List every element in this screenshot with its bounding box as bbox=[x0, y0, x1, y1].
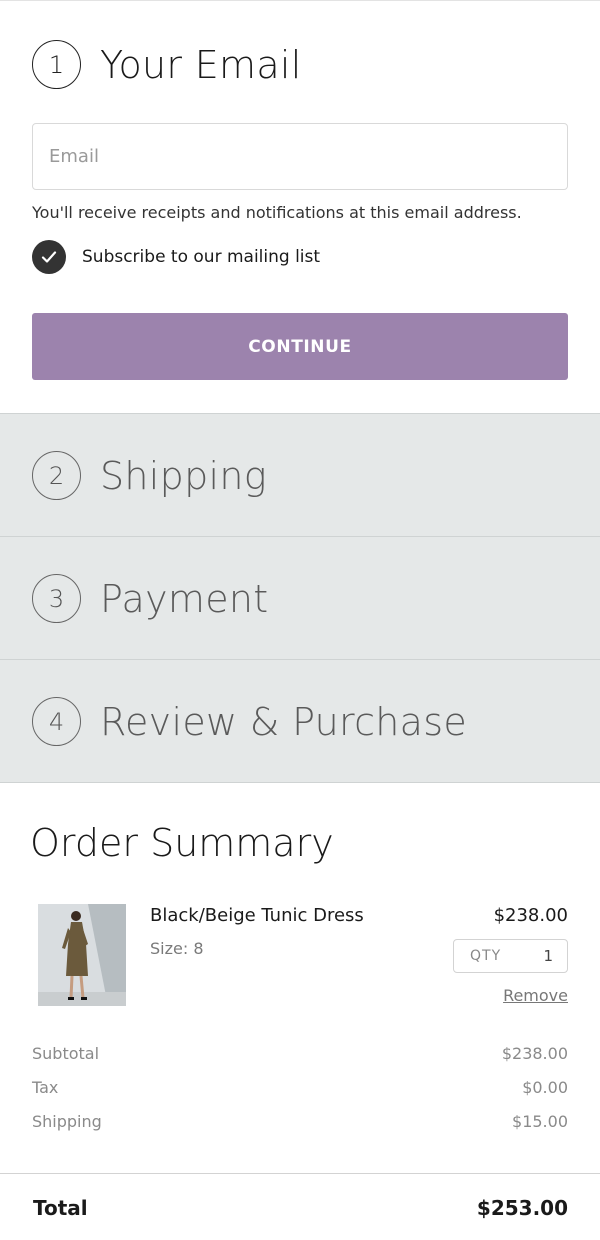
order-summary: Order Summary Black/Beige Tunic Dress Si… bbox=[0, 782, 600, 1240]
step-email: 1 Your Email You'll receive receipts and… bbox=[0, 0, 600, 414]
email-input[interactable] bbox=[32, 123, 568, 190]
tax-value: $0.00 bbox=[522, 1078, 568, 1097]
subtotal-value: $238.00 bbox=[501, 1044, 568, 1063]
step-number-badge: 4 bbox=[32, 697, 81, 746]
step-title: Payment bbox=[100, 576, 269, 621]
product-photo-illustration bbox=[38, 904, 126, 1006]
order-summary-title: Order Summary bbox=[30, 821, 334, 865]
step-payment[interactable]: 3 Payment bbox=[0, 536, 600, 659]
product-price: $238.00 bbox=[493, 905, 568, 926]
subscribe-row[interactable]: Subscribe to our mailing list bbox=[32, 240, 320, 274]
step-email-header: 1 Your Email bbox=[32, 40, 302, 89]
step-review-purchase[interactable]: 4 Review & Purchase bbox=[0, 659, 600, 782]
step-review-header: 4 Review & Purchase bbox=[32, 697, 467, 746]
continue-button[interactable]: CONTINUE bbox=[32, 313, 568, 380]
shipping-row: Shipping $15.00 bbox=[32, 1112, 568, 1131]
tax-label: Tax bbox=[32, 1078, 59, 1097]
step-shipping-header: 2 Shipping bbox=[32, 451, 267, 500]
step-shipping[interactable]: 2 Shipping bbox=[0, 413, 600, 536]
step-number-badge: 3 bbox=[32, 574, 81, 623]
quantity-input[interactable]: QTY 1 bbox=[453, 939, 568, 973]
remove-item-link[interactable]: Remove bbox=[503, 986, 568, 1005]
checkmark-icon bbox=[41, 251, 57, 263]
subscribe-checkbox[interactable] bbox=[32, 240, 66, 274]
email-helper-text: You'll receive receipts and notification… bbox=[32, 203, 522, 222]
step-number-badge: 2 bbox=[32, 451, 81, 500]
product-image bbox=[38, 904, 126, 1006]
total-row: Total $253.00 bbox=[0, 1173, 600, 1240]
shipping-label: Shipping bbox=[32, 1112, 102, 1131]
total-label: Total bbox=[33, 1195, 88, 1220]
step-payment-header: 3 Payment bbox=[32, 574, 268, 623]
shipping-value: $15.00 bbox=[512, 1112, 568, 1131]
step-title: Review & Purchase bbox=[100, 699, 468, 744]
step-title: Shipping bbox=[100, 453, 267, 498]
product-name: Black/Beige Tunic Dress bbox=[150, 905, 364, 926]
step-title: Your Email bbox=[100, 42, 302, 87]
subtotal-label: Subtotal bbox=[32, 1044, 100, 1063]
product-size: Size: 8 bbox=[150, 939, 204, 958]
subtotal-row: Subtotal $238.00 bbox=[32, 1044, 568, 1063]
step-number-badge: 1 bbox=[32, 40, 81, 89]
checkout-page: 1 Your Email You'll receive receipts and… bbox=[0, 0, 600, 1240]
total-value: $253.00 bbox=[476, 1195, 568, 1220]
quantity-value[interactable]: 1 bbox=[543, 947, 553, 965]
quantity-label: QTY bbox=[470, 948, 502, 964]
tax-row: Tax $0.00 bbox=[32, 1078, 568, 1097]
subscribe-label: Subscribe to our mailing list bbox=[82, 247, 321, 267]
